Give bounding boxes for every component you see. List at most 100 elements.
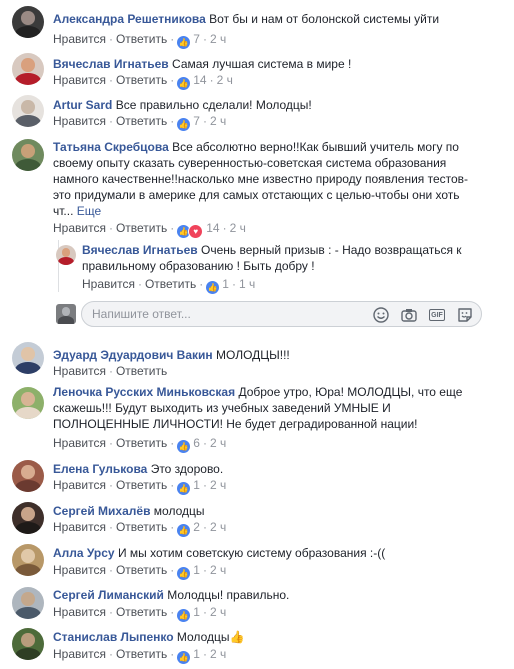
comment-author[interactable]: Сергей Михалёв bbox=[53, 504, 150, 518]
avatar[interactable] bbox=[12, 95, 44, 127]
comment-text-line: чт... bbox=[53, 204, 74, 218]
comment-text-line: правильному образованию ! Быть добру ! bbox=[82, 259, 315, 273]
like-count[interactable]: 1 bbox=[193, 563, 200, 577]
like-reaction-icon: 👍 bbox=[177, 77, 191, 90]
timestamp[interactable]: 2 ч bbox=[210, 478, 226, 492]
comment-author[interactable]: Елена Гулькова bbox=[53, 462, 147, 476]
comment-author[interactable]: Татьяна Скребцова bbox=[53, 140, 169, 154]
like-button[interactable]: Нравится bbox=[53, 436, 106, 450]
avatar[interactable] bbox=[12, 544, 44, 576]
comment-author[interactable]: Сергей Лиманский bbox=[53, 588, 164, 602]
comment-actions: Нравится · Ответить · 👍 1 · 2 ч bbox=[53, 478, 227, 495]
comment-text-line: это придумали в америке для самых отстаю… bbox=[53, 188, 460, 202]
like-reaction-icon: 👍 bbox=[177, 482, 191, 495]
reply-composer[interactable]: GIF bbox=[81, 301, 482, 327]
comment-author[interactable]: Алла Урсу bbox=[53, 546, 115, 560]
timestamp[interactable]: 2 ч bbox=[210, 32, 226, 46]
reply-button[interactable]: Ответить bbox=[116, 563, 167, 577]
comment-text: Вот бы и нам от болонской системы уйти bbox=[209, 12, 440, 26]
reply-button[interactable]: Ответить bbox=[116, 520, 167, 534]
reply-button[interactable]: Ответить bbox=[116, 605, 167, 619]
timestamp[interactable]: 2 ч bbox=[210, 563, 226, 577]
avatar[interactable] bbox=[12, 139, 44, 171]
avatar[interactable] bbox=[12, 460, 44, 492]
reply-button[interactable]: Ответить bbox=[116, 114, 167, 128]
comment-author[interactable]: Леночка Русских Миньковская bbox=[53, 385, 235, 399]
avatar[interactable] bbox=[12, 587, 44, 619]
comment-text-line: скажешь!!! Будут выходить из учебных зав… bbox=[53, 401, 391, 415]
comment-actions: Нравится · Ответить · 👍 1 · 1 ч bbox=[82, 277, 256, 294]
like-button[interactable]: Нравится bbox=[53, 478, 106, 492]
timestamp[interactable]: 1 ч bbox=[239, 277, 255, 291]
avatar[interactable] bbox=[12, 387, 44, 419]
sticker-icon[interactable] bbox=[456, 306, 474, 324]
like-button[interactable]: Нравится bbox=[53, 647, 106, 661]
like-reaction-icon: 👍 bbox=[177, 440, 191, 453]
comment-author[interactable]: Александра Решетникова bbox=[53, 12, 206, 26]
comment-text: Все правильно сделали! Молодцы! bbox=[115, 98, 312, 112]
like-button[interactable]: Нравится bbox=[53, 364, 106, 378]
see-more-link[interactable]: Еще bbox=[77, 204, 101, 218]
comment-author[interactable]: Эдуард Эдуардович Вакин bbox=[53, 348, 213, 362]
reply-button[interactable]: Ответить bbox=[145, 277, 196, 291]
comment-author[interactable]: Вячеслав Игнатьев bbox=[53, 57, 169, 71]
like-count[interactable]: 7 bbox=[193, 114, 200, 128]
like-reaction-icon: 👍 bbox=[177, 36, 191, 49]
emoji-icon[interactable] bbox=[372, 306, 390, 324]
timestamp[interactable]: 2 ч bbox=[210, 436, 226, 450]
like-button[interactable]: Нравится bbox=[53, 563, 106, 577]
avatar[interactable] bbox=[12, 502, 44, 534]
like-button[interactable]: Нравится bbox=[53, 32, 106, 46]
comment-text: Самая лучшая система в мире ! bbox=[172, 57, 352, 71]
avatar[interactable] bbox=[12, 628, 44, 660]
reply-input[interactable] bbox=[92, 306, 362, 322]
avatar[interactable] bbox=[12, 342, 44, 374]
reply-button[interactable]: Ответить bbox=[116, 647, 167, 661]
like-button[interactable]: Нравится bbox=[53, 605, 106, 619]
timestamp[interactable]: 2 ч bbox=[230, 221, 246, 235]
like-button[interactable]: Нравится bbox=[53, 221, 106, 235]
like-reaction-icon: 👍 bbox=[177, 118, 191, 131]
like-count[interactable]: 1 bbox=[193, 605, 200, 619]
avatar[interactable] bbox=[12, 53, 44, 85]
reply-button[interactable]: Ответить bbox=[116, 221, 167, 235]
reply-button[interactable]: Ответить bbox=[116, 436, 167, 450]
comment-actions: Нравится · Ответить · 👍 7 · 2 ч bbox=[53, 32, 227, 49]
comment-text: И мы хотим советскую систему образования… bbox=[117, 546, 386, 560]
like-button[interactable]: Нравится bbox=[53, 520, 106, 534]
like-count[interactable]: 2 bbox=[193, 520, 200, 534]
comment-actions: Нравится · Ответить · 👍 1 · 2 ч bbox=[53, 605, 227, 622]
comment-actions: Нравится · Ответить · 👍 14 · 2 ч bbox=[53, 73, 233, 90]
comment-author[interactable]: Artur Sard bbox=[53, 98, 112, 112]
like-button[interactable]: Нравится bbox=[53, 73, 106, 87]
reply-button[interactable]: Ответить bbox=[116, 32, 167, 46]
avatar[interactable] bbox=[56, 245, 76, 265]
like-count[interactable]: 7 bbox=[193, 32, 200, 46]
comment-author[interactable]: Вячеслав Игнатьев bbox=[82, 243, 198, 257]
like-count[interactable]: 14 bbox=[193, 73, 206, 87]
comment-actions: Нравится · Ответить bbox=[53, 364, 168, 378]
like-reaction-icon: 👍 bbox=[206, 281, 220, 294]
avatar[interactable] bbox=[12, 6, 44, 38]
gif-icon[interactable]: GIF bbox=[428, 306, 446, 324]
like-count[interactable]: 14 bbox=[206, 221, 219, 235]
like-count[interactable]: 1 bbox=[193, 647, 200, 661]
timestamp[interactable]: 2 ч bbox=[210, 647, 226, 661]
like-count[interactable]: 1 bbox=[193, 478, 200, 492]
comment-actions: Нравится · Ответить · 👍 6 · 2 ч bbox=[53, 436, 227, 453]
reply-button[interactable]: Ответить bbox=[116, 364, 167, 378]
reply-button[interactable]: Ответить bbox=[116, 478, 167, 492]
timestamp[interactable]: 2 ч bbox=[217, 73, 233, 87]
timestamp[interactable]: 2 ч bbox=[210, 520, 226, 534]
like-count[interactable]: 1 bbox=[222, 277, 229, 291]
reply-button[interactable]: Ответить bbox=[116, 73, 167, 87]
like-button[interactable]: Нравится bbox=[82, 277, 135, 291]
comment-actions: Нравится · Ответить · 👍 ♥ 14 · 2 ч bbox=[53, 220, 246, 239]
timestamp[interactable]: 2 ч bbox=[210, 114, 226, 128]
comment-text: МОЛОДЦЫ!!! bbox=[216, 348, 290, 362]
like-button[interactable]: Нравится bbox=[53, 114, 106, 128]
camera-icon[interactable] bbox=[400, 306, 418, 324]
like-count[interactable]: 6 bbox=[193, 436, 200, 450]
comment-author[interactable]: Станислав Лыпенко bbox=[53, 630, 174, 644]
timestamp[interactable]: 2 ч bbox=[210, 605, 226, 619]
